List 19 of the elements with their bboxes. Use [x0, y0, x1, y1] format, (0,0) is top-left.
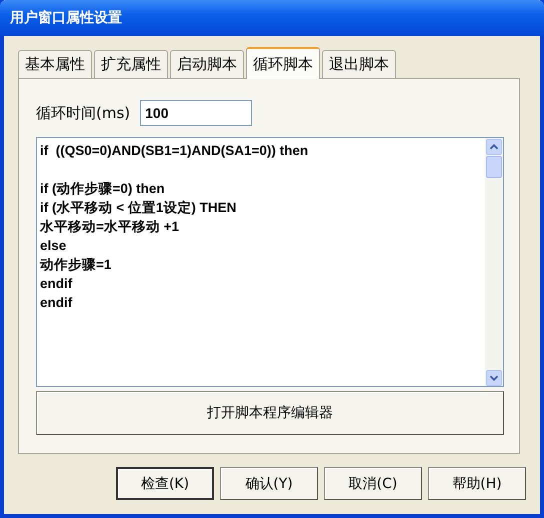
dialog-button[interactable]: 检查(K) [116, 467, 214, 500]
script-editor[interactable]: if ((QS0=0)AND(SB1=1)AND(SA1=0)) then if (动作步骤=0) then if (水平移动 < 位置1设定) THEN 水平移动=水平移动 +1 else 动作步骤=1 endif endif [36, 137, 504, 387]
script-text: if ((QS0=0)AND(SB1=1)AND(SA1=0)) then if (动作步骤=0) then if (水平移动 < 位置1设定) THEN 水平移动=水平移动 +1 else 动作步骤=1 endif endif [38, 142, 310, 312]
tab[interactable]: 循环脚本 [246, 47, 320, 79]
dialog-button[interactable]: 帮助(H) [428, 467, 526, 500]
dialog-button[interactable]: 取消(C) [324, 467, 422, 500]
tab[interactable]: 启动脚本 [170, 50, 244, 78]
open-editor-button[interactable]: 打开脚本程序编辑器 [36, 391, 504, 435]
field-label: 循环时间(ms) [36, 104, 130, 122]
window-title: 用户窗口属性设置 [0, 0, 544, 36]
scroll-up-icon[interactable] [486, 139, 502, 155]
scroll-down-icon[interactable] [486, 370, 502, 386]
cycle-time-field[interactable]: 100 [140, 100, 252, 126]
dialog-button[interactable]: 确认(Y) [220, 467, 318, 500]
tab[interactable]: 扩充属性 [94, 50, 168, 78]
tab[interactable]: 退出脚本 [322, 50, 396, 78]
scrollbar[interactable] [485, 138, 503, 386]
scroll-thumb[interactable] [486, 156, 502, 178]
tab[interactable]: 基本属性 [18, 50, 92, 78]
